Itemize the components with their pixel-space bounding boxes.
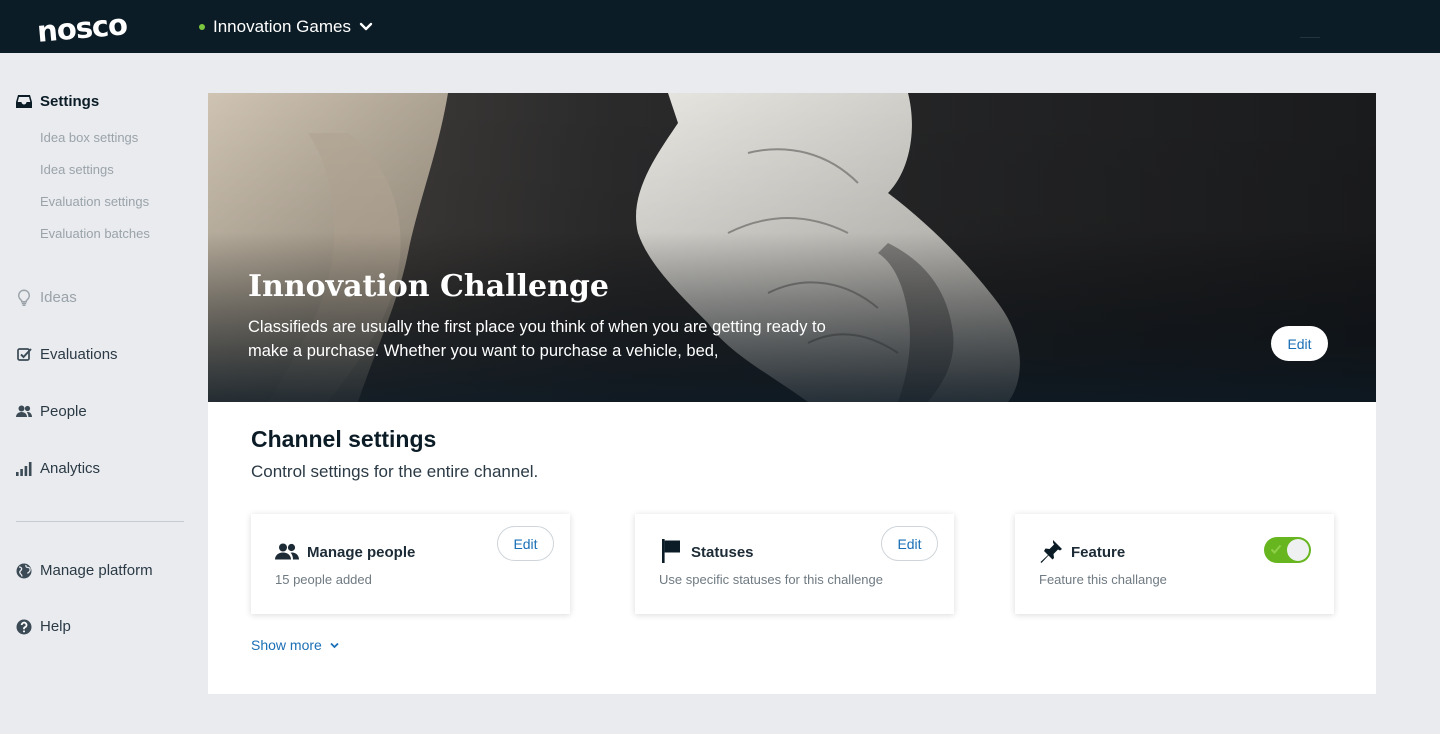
inbox-icon bbox=[16, 94, 32, 110]
nosco-logo[interactable]: nosco bbox=[36, 7, 129, 49]
hero-edit-button[interactable]: Edit bbox=[1271, 326, 1328, 361]
chevron-down-icon bbox=[359, 22, 373, 31]
check-icon bbox=[1270, 544, 1282, 554]
sidebar-item-ideas[interactable]: Ideas bbox=[16, 289, 77, 306]
sidebar-subitem-evaluation-settings[interactable]: Evaluation settings bbox=[40, 194, 149, 209]
show-more-link[interactable]: Show more bbox=[251, 637, 339, 653]
sidebar-item-people[interactable]: People bbox=[16, 403, 87, 420]
feature-toggle[interactable] bbox=[1264, 537, 1311, 563]
sidebar-subitem-idea-box-settings[interactable]: Idea box settings bbox=[40, 130, 138, 145]
card-description: Use specific statuses for this challenge bbox=[659, 572, 883, 587]
sidebar: Settings Idea box settings Idea settings… bbox=[0, 53, 200, 734]
challenge-description: Classifieds are usually the first place … bbox=[248, 318, 826, 360]
sidebar-divider bbox=[16, 521, 184, 522]
feature-card: Feature Feature this challange bbox=[1015, 514, 1334, 614]
people-icon bbox=[275, 540, 299, 562]
toggle-knob bbox=[1287, 539, 1309, 561]
card-title: Feature bbox=[1071, 544, 1126, 561]
help-icon bbox=[16, 619, 32, 635]
pin-icon bbox=[1039, 540, 1063, 563]
manage-people-card: Manage people 15 people added Edit bbox=[251, 514, 570, 614]
people-icon bbox=[16, 404, 32, 420]
sidebar-item-help[interactable]: Help bbox=[16, 618, 71, 635]
chevron-down-icon bbox=[330, 642, 339, 648]
card-description: Feature this challange bbox=[1039, 572, 1167, 587]
sidebar-item-label: Analytics bbox=[40, 460, 101, 477]
top-bar: nosco Innovation Games bbox=[0, 0, 1440, 53]
channel-settings-subtitle: Control settings for the entire channel. bbox=[251, 462, 539, 481]
flag-icon bbox=[659, 539, 683, 563]
sidebar-item-manage-platform[interactable]: Manage platform bbox=[16, 562, 153, 579]
challenge-title: Innovation Challenge bbox=[248, 269, 609, 304]
show-more-label: Show more bbox=[251, 637, 322, 653]
hero-banner: Innovation Challenge Classifieds are usu… bbox=[208, 93, 1376, 402]
card-title: Manage people bbox=[307, 544, 416, 561]
lightbulb-icon bbox=[16, 289, 32, 306]
card-description: 15 people added bbox=[275, 572, 372, 587]
sidebar-item-label: Manage platform bbox=[40, 562, 153, 579]
manage-people-edit-button[interactable]: Edit bbox=[497, 526, 554, 561]
statuses-card: Statuses Use specific statuses for this … bbox=[635, 514, 954, 614]
challenge-card: Innovation Challenge Classifieds are usu… bbox=[208, 93, 1376, 694]
sidebar-item-evaluations[interactable]: Evaluations bbox=[16, 346, 118, 363]
workspace-switcher[interactable]: Innovation Games bbox=[199, 17, 373, 37]
sidebar-item-label: Ideas bbox=[40, 289, 77, 306]
card-title: Statuses bbox=[691, 544, 754, 561]
sidebar-item-label: Evaluations bbox=[40, 346, 118, 363]
bar-chart-icon bbox=[16, 461, 32, 477]
sidebar-item-label: People bbox=[40, 403, 87, 420]
checkbox-icon bbox=[16, 347, 32, 363]
sidebar-item-label: Settings bbox=[40, 93, 100, 110]
topbar-divider bbox=[1300, 37, 1320, 38]
sidebar-subitem-evaluation-batches[interactable]: Evaluation batches bbox=[40, 226, 150, 241]
workspace-status-dot bbox=[199, 24, 205, 30]
sidebar-item-settings[interactable]: Settings bbox=[16, 93, 99, 110]
statuses-edit-button[interactable]: Edit bbox=[881, 526, 938, 561]
sidebar-item-label: Help bbox=[40, 618, 71, 635]
workspace-name: Innovation Games bbox=[213, 17, 351, 36]
sidebar-item-analytics[interactable]: Analytics bbox=[16, 460, 100, 477]
globe-icon bbox=[16, 563, 32, 579]
sidebar-subitem-idea-settings[interactable]: Idea settings bbox=[40, 162, 114, 177]
channel-settings-title: Channel settings bbox=[251, 426, 437, 452]
